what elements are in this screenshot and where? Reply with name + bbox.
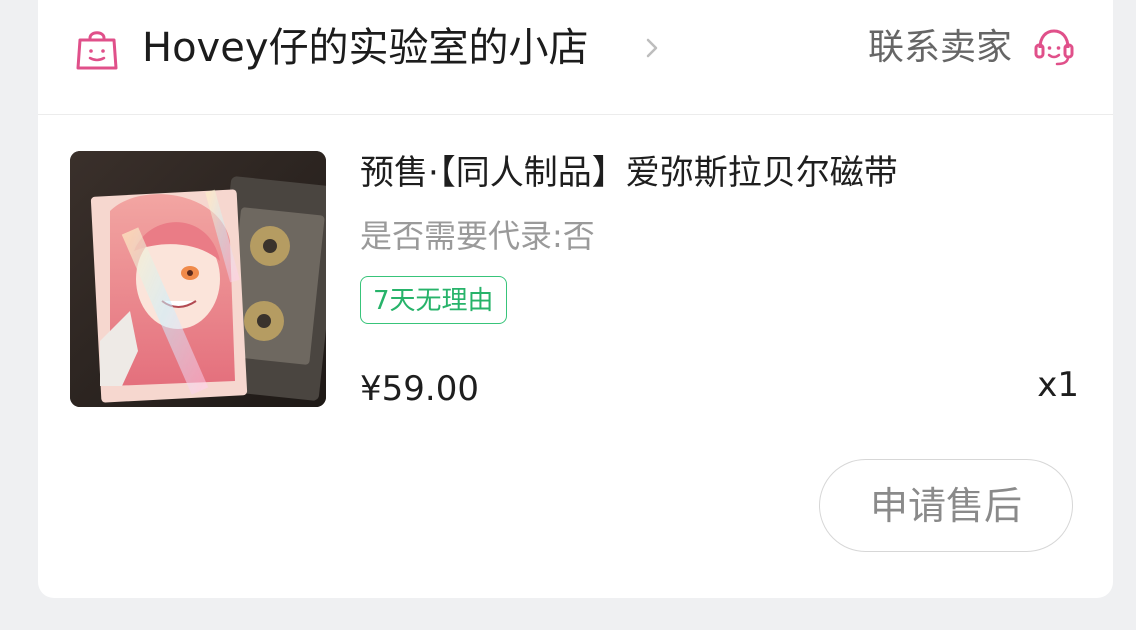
shop-header[interactable]: Hovey仔的实验室的小店 联系卖家 xyxy=(38,0,1113,115)
shopping-bag-icon xyxy=(76,31,118,70)
product-quantity: x1 xyxy=(1037,365,1079,405)
shop-name[interactable]: Hovey仔的实验室的小店 xyxy=(142,20,589,76)
product-thumbnail[interactable] xyxy=(70,151,326,407)
product-title[interactable]: 预售·【同人制品】爱弥斯拉贝尔磁带 xyxy=(360,148,898,198)
product-price: ¥59.00 xyxy=(360,369,479,409)
contact-seller-link[interactable]: 联系卖家 xyxy=(868,22,1012,74)
product-illustration xyxy=(70,151,326,407)
customer-service-icon[interactable] xyxy=(1031,24,1077,70)
order-card: Hovey仔的实验室的小店 联系卖家 预售·【同人制品】爱弥斯拉贝尔磁带 是否需… xyxy=(38,0,1113,598)
product-spec: 是否需要代录:否 xyxy=(360,217,595,255)
apply-after-sale-button[interactable]: 申请售后 xyxy=(819,459,1073,552)
chevron-right-icon xyxy=(646,38,658,58)
seven-day-return-badge: 7天无理由 xyxy=(360,276,507,324)
